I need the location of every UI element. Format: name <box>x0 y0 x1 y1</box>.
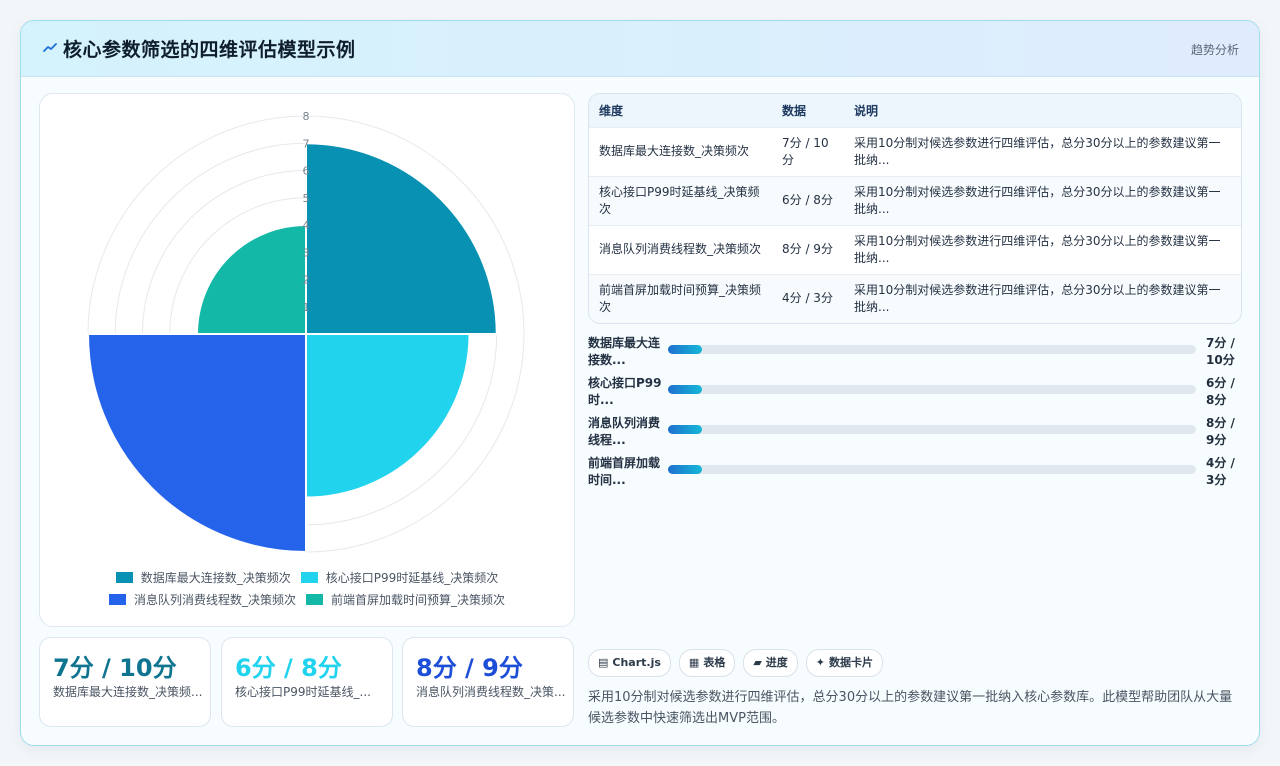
chart-legend: 数据库最大连接数_决策频次 核心接口P99时延基线_决策频次消息队列消费线程数_决… <box>40 566 574 610</box>
progress-list: 数据库最大连接数... 7分 / 10分 核心接口P99时... 6分 / 8分… <box>588 335 1240 495</box>
legend-row: 消息队列消费线程数_决策频次 前端首屏加载时间预算_决策频次 <box>40 588 574 610</box>
progress-value: 6分 / 8分 <box>1206 376 1235 407</box>
progress-track <box>668 345 1196 354</box>
radial-tick-label: 6 <box>303 165 310 178</box>
cell-note: 采用10分制对候选参数进行四维评估，总分30分以上的参数建议第一批纳... <box>854 135 1221 167</box>
cell-dimension: 核心接口P99时延基线_决策频次 <box>599 184 760 216</box>
chart-icon: ▤ <box>598 656 609 669</box>
tech-tags: ▤ Chart.js ▦ 表格 ▰ 进度 ✦ 数据卡片 <box>588 649 884 677</box>
sparkle-icon: ✦ <box>815 656 826 669</box>
stat-label: 消息队列消费线程数_决策... <box>416 685 566 699</box>
cell-data: 4分 / 3分 <box>782 291 833 306</box>
progress-track <box>668 465 1196 474</box>
radial-tick-label: 3 <box>303 246 310 259</box>
radial-tick-label: 7 <box>303 137 310 150</box>
page-title: 核心参数筛选的四维评估模型示例 <box>63 39 356 61</box>
stat-label: 核心接口P99时延基线_... <box>235 685 371 699</box>
progress-fill <box>668 425 703 434</box>
progress-fill <box>668 385 703 394</box>
description-text: 采用10分制对候选参数进行四维评估，总分30分以上的参数建议第一批纳入核心参数库… <box>588 690 1233 726</box>
cell-note: 采用10分制对候选参数进行四维评估，总分30分以上的参数建议第一批纳... <box>854 233 1221 265</box>
column-header-note: 说明 <box>854 103 879 118</box>
trend-analysis-link[interactable]: 趋势分析 <box>1191 41 1239 58</box>
trend-line-icon <box>43 43 57 52</box>
cell-data: 8分 / 9分 <box>782 242 833 256</box>
tag-label: Chart.js <box>612 656 661 669</box>
radial-tick-label: 8 <box>303 110 310 123</box>
legend-swatch <box>115 571 133 583</box>
legend-label: 核心接口P99时延基线_决策频次 <box>325 570 499 585</box>
tag-label: 进度 <box>765 656 788 669</box>
progress-item: 消息队列消费线程... 8分 / 9分 <box>588 415 1240 455</box>
stat-card: 6分 / 8分 核心接口P99时延基线_... <box>221 637 393 727</box>
legend-item[interactable]: 数据库最大连接数_决策频次 <box>115 569 291 586</box>
cell-data: 6分 / 8分 <box>782 193 833 207</box>
polar-segment[interactable] <box>305 142 498 335</box>
tag-label: 数据卡片 <box>829 656 874 669</box>
radial-tick-label: 2 <box>303 274 310 287</box>
legend-swatch <box>300 571 318 583</box>
polar-segment[interactable] <box>305 333 471 499</box>
stat-card: 8分 / 9分 消息队列消费线程数_决策... <box>402 637 574 727</box>
polar-segment[interactable] <box>195 223 307 335</box>
progress-label: 核心接口P99时... <box>588 376 662 407</box>
cell-dimension: 消息队列消费线程数_决策频次 <box>599 242 762 256</box>
table-icon: ▦ <box>688 656 700 669</box>
legend-item[interactable]: 消息队列消费线程数_决策频次 <box>108 591 296 608</box>
stat-value: 6分 / 8分 <box>235 654 342 682</box>
tag-data-card[interactable]: ✦ 数据卡片 <box>805 649 884 677</box>
table-row: 数据库最大连接数_决策频次 7分 / 10分 采用10分制对候选参数进行四维评估… <box>589 127 1241 176</box>
stat-value: 7分 / 10分 <box>53 654 177 682</box>
legend-swatch <box>306 593 323 605</box>
tag-chartjs[interactable]: ▤ Chart.js <box>588 649 671 677</box>
tag-table[interactable]: ▦ 表格 <box>678 649 736 677</box>
stat-label: 数据库最大连接数_决策频... <box>53 685 203 699</box>
polar-area-chart: 1 2 3 4 5 6 7 8 <box>86 110 525 554</box>
progress-icon: ▰ <box>753 656 762 669</box>
progress-value: 8分 / 9分 <box>1206 416 1235 447</box>
legend-label: 前端首屏加载时间预算_决策频次 <box>331 592 506 607</box>
stat-value: 8分 / 9分 <box>416 654 523 682</box>
progress-track <box>668 385 1196 394</box>
column-header-data: 数据 <box>782 103 807 118</box>
radial-tick-label: 4 <box>303 219 310 232</box>
progress-value: 7分 / 10分 <box>1206 336 1235 367</box>
progress-item: 前端首屏加载时间... 4分 / 3分 <box>588 455 1240 495</box>
table-row: 前端首屏加载时间预算_决策频次 4分 / 3分 采用10分制对候选参数进行四维评… <box>589 274 1241 323</box>
polar-chart-panel: 1 2 3 4 5 6 7 8 数据库最大连接数_决策频次 核心接口P99时延基线_决策频次消息… <box>39 93 575 627</box>
legend-label: 数据库最大连接数_决策频次 <box>140 570 291 585</box>
tag-progress[interactable]: ▰ 进度 <box>743 649 798 677</box>
progress-fill <box>668 465 703 474</box>
progress-label: 数据库最大连接数... <box>588 336 661 367</box>
progress-item: 核心接口P99时... 6分 / 8分 <box>588 375 1240 415</box>
table-header-row: 维度 数据 说明 <box>589 94 1241 127</box>
cell-dimension: 数据库最大连接数_决策频次 <box>599 144 750 158</box>
table-row: 消息队列消费线程数_决策频次 8分 / 9分 采用10分制对候选参数进行四维评估… <box>589 225 1241 274</box>
progress-label: 消息队列消费线程... <box>588 416 661 447</box>
stat-card: 7分 / 10分 数据库最大连接数_决策频... <box>39 637 211 727</box>
radial-tick-label: 1 <box>303 301 310 314</box>
table-row: 核心接口P99时延基线_决策频次 6分 / 8分 采用10分制对候选参数进行四维… <box>589 176 1241 225</box>
cell-data: 7分 / 10分 <box>782 135 829 167</box>
radial-tick-label: 5 <box>303 192 310 205</box>
progress-fill <box>668 345 703 354</box>
column-header-dimension: 维度 <box>599 103 624 118</box>
cell-dimension: 前端首屏加载时间预算_决策频次 <box>599 282 762 314</box>
data-table: 维度 数据 说明 数据库最大连接数_决策频次 7分 / 10分 采用10分制对候… <box>588 93 1242 324</box>
progress-track <box>668 425 1196 434</box>
legend-item[interactable]: 前端首屏加载时间预算_决策频次 <box>306 591 505 608</box>
legend-swatch <box>108 593 126 605</box>
progress-value: 4分 / 3分 <box>1206 456 1235 487</box>
cell-note: 采用10分制对候选参数进行四维评估，总分30分以上的参数建议第一批纳... <box>854 282 1221 314</box>
cell-note: 采用10分制对候选参数进行四维评估，总分30分以上的参数建议第一批纳... <box>854 184 1221 216</box>
legend-label: 消息队列消费线程数_决策频次 <box>133 592 296 607</box>
card-header: 核心参数筛选的四维评估模型示例 趋势分析 <box>21 21 1259 77</box>
progress-item: 数据库最大连接数... 7分 / 10分 <box>588 335 1240 375</box>
polar-segment[interactable] <box>86 333 307 554</box>
dashboard-card: 核心参数筛选的四维评估模型示例 趋势分析 1 2 3 4 5 6 7 8 数据库最大连接数_决… <box>20 20 1260 746</box>
tag-label: 表格 <box>703 656 726 669</box>
legend-row: 数据库最大连接数_决策频次 核心接口P99时延基线_决策频次 <box>40 566 574 588</box>
progress-label: 前端首屏加载时间... <box>588 456 661 487</box>
legend-item[interactable]: 核心接口P99时延基线_决策频次 <box>300 569 499 586</box>
